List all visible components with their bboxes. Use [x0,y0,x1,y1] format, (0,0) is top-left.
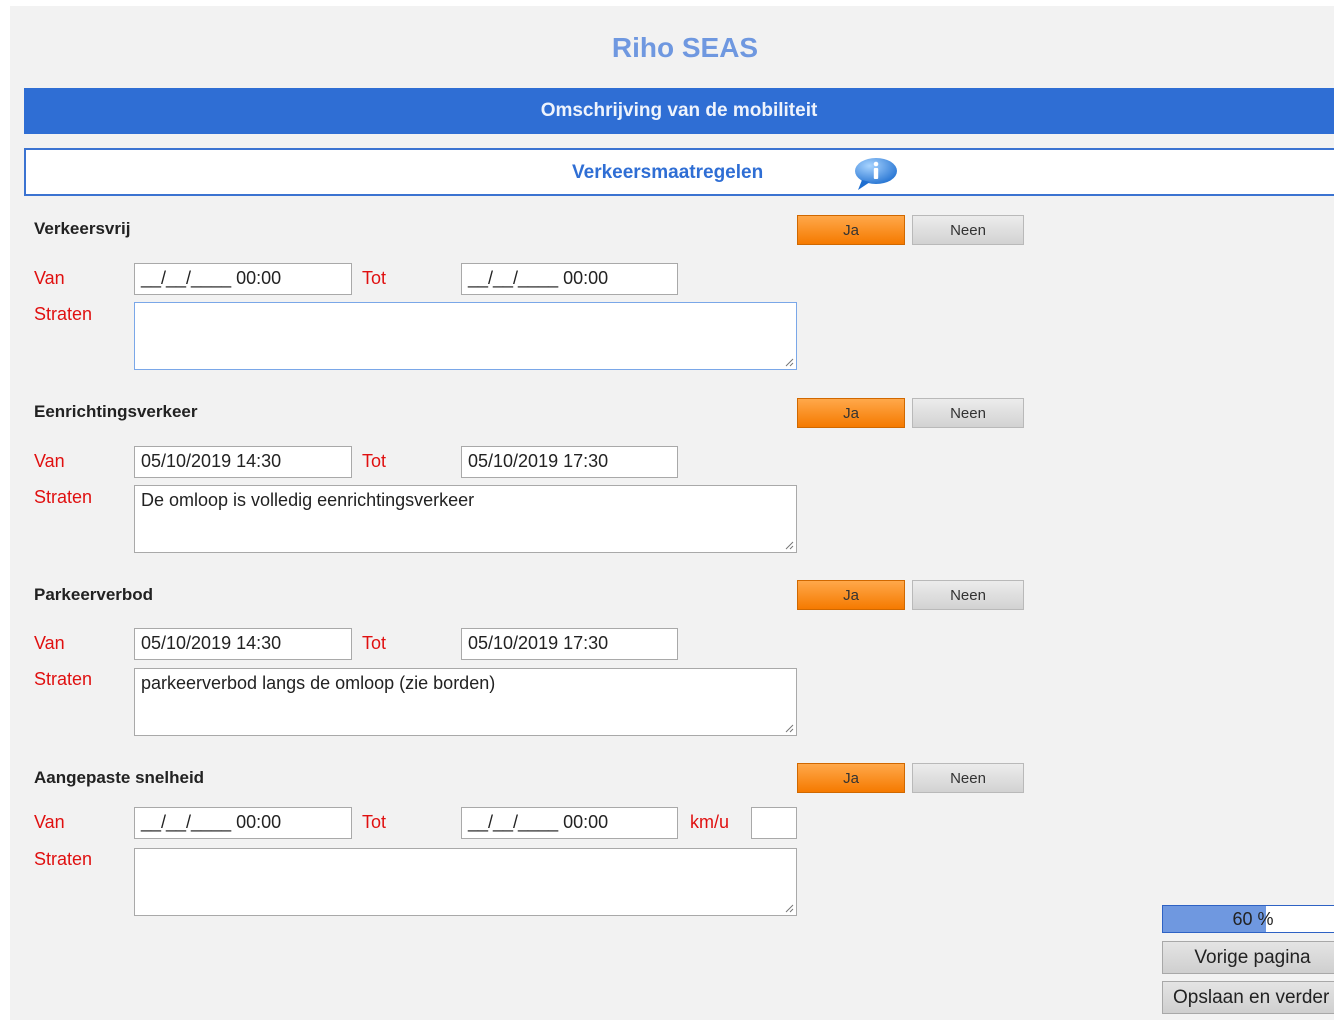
aangepaste-snelheid-neen-button[interactable]: Neen [912,763,1024,793]
tot-label: Tot [362,268,387,288]
verkeersvrij-straten-textarea[interactable] [134,302,797,370]
section-title-aangepaste-snelheid: Aangepaste snelheid [34,768,205,787]
straten-label: Straten [34,669,93,689]
main-banner: Omschrijving van de mobiliteit [24,88,1334,134]
sub-banner: Verkeersmaatregelen [24,148,1334,196]
resize-grip-icon[interactable] [785,724,794,733]
aangepaste-snelheid-straten-textarea[interactable] [134,848,797,916]
textarea-value: parkeerverbod langs de omloop (zie borde… [141,673,496,693]
resize-grip-icon[interactable] [785,904,794,913]
eenrichtingsverkeer-straten-textarea[interactable]: De omloop is volledig eenrichtingsverkee… [134,485,797,553]
van-label: Van [34,633,65,653]
app-title: Riho SEAS [611,32,759,63]
aangepaste-snelheid-tot-input[interactable]: __/__/____ 00:00 [461,807,678,839]
van-label: Van [34,268,65,288]
resize-grip-icon[interactable] [785,358,794,367]
eenrichtingsverkeer-van-input[interactable]: 05/10/2019 14:30 [134,446,352,478]
progress-bar: 60 % [1162,905,1334,933]
eenrichtingsverkeer-ja-button[interactable]: Ja [797,398,905,428]
parkeerverbod-van-input[interactable]: 05/10/2019 14:30 [134,628,352,660]
parkeerverbod-tot-input[interactable]: 05/10/2019 17:30 [461,628,678,660]
textarea-value: De omloop is volledig eenrichtingsverkee… [141,490,475,510]
van-label: Van [34,812,65,832]
eenrichtingsverkeer-neen-button[interactable]: Neen [912,398,1024,428]
resize-grip-icon[interactable] [785,541,794,550]
section-title-parkeerverbod: Parkeerverbod [34,585,154,604]
eenrichtingsverkeer-tot-input[interactable]: 05/10/2019 17:30 [461,446,678,478]
previous-page-button[interactable]: Vorige pagina [1162,941,1334,974]
tot-label: Tot [362,812,387,832]
kmu-label: km/u [690,812,730,832]
aangepaste-snelheid-ja-button[interactable]: Ja [797,763,905,793]
save-and-continue-button[interactable]: Opslaan en verder [1162,981,1334,1014]
parkeerverbod-neen-button[interactable]: Neen [912,580,1024,610]
page-background: Riho SEAS Omschrijving van de mobiliteit… [10,6,1334,1020]
tot-label: Tot [362,633,387,653]
straten-label: Straten [34,487,93,507]
van-label: Van [34,451,65,471]
aangepaste-snelheid-van-input[interactable]: __/__/____ 00:00 [134,807,352,839]
straten-label: Straten [34,849,93,869]
parkeerverbod-ja-button[interactable]: Ja [797,580,905,610]
verkeersvrij-tot-input[interactable]: __/__/____ 00:00 [461,263,678,295]
progress-text: 60 % [1232,909,1274,929]
verkeersvrij-ja-button[interactable]: Ja [797,215,905,245]
aangepaste-snelheid-kmu-input[interactable] [751,807,797,839]
section-title-verkeersvrij: Verkeersvrij [34,219,131,238]
section-title-eenrichtingsverkeer: Eenrichtingsverkeer [34,402,198,421]
verkeersvrij-neen-button[interactable]: Neen [912,215,1024,245]
info-icon[interactable] [852,156,900,192]
sub-banner-title: Verkeersmaatregelen [572,162,764,183]
tot-label: Tot [362,451,387,471]
parkeerverbod-straten-textarea[interactable]: parkeerverbod langs de omloop (zie borde… [134,668,797,736]
straten-label: Straten [34,304,93,324]
verkeersvrij-van-input[interactable]: __/__/____ 00:00 [134,263,352,295]
